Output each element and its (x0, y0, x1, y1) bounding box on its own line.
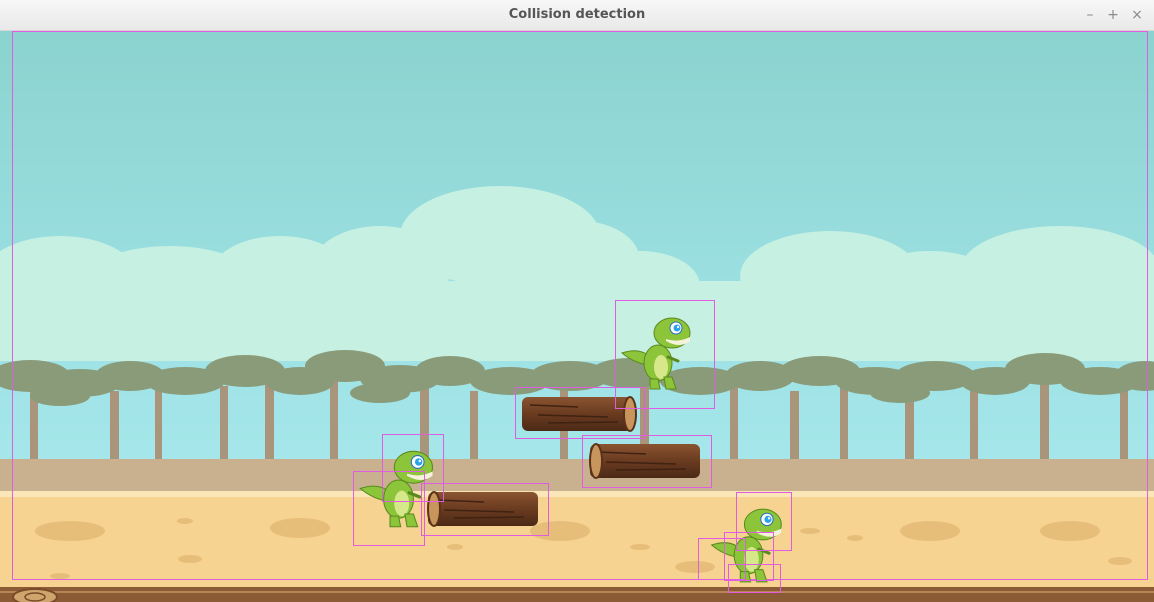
ground-back-stripe (0, 459, 1154, 495)
hitbox-dino-2-body (353, 471, 425, 546)
bottom-log-border (0, 587, 1154, 602)
maximize-icon[interactable]: + (1103, 5, 1123, 25)
ground-sand (0, 497, 1154, 602)
hitbox-dino-3-feet (728, 564, 781, 593)
window-title: Collision detection (508, 7, 646, 22)
hitbox-log-2 (582, 435, 712, 488)
window-titlebar[interactable]: Collision detection – + × (0, 0, 1154, 31)
app-window: Collision detection – + × (0, 0, 1154, 602)
minimize-icon[interactable]: – (1080, 5, 1100, 25)
game-canvas[interactable] (0, 31, 1154, 602)
hitbox-log-1 (515, 387, 645, 439)
close-icon[interactable]: × (1127, 5, 1147, 25)
hitbox-log-3 (421, 483, 549, 536)
background-scene (0, 31, 1154, 602)
